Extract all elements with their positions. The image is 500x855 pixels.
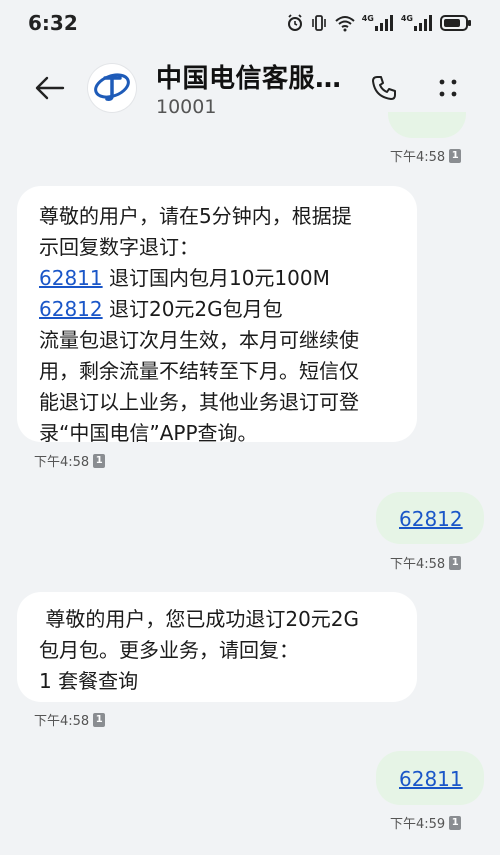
alarm-icon xyxy=(286,14,304,32)
battery-icon xyxy=(440,14,472,32)
vibrate-icon xyxy=(310,14,328,32)
message-text-line: 1 套餐查询 xyxy=(39,669,139,693)
status-time: 6:32 xyxy=(28,11,78,35)
sim-badge: 1 xyxy=(449,555,462,570)
message-time: 下午4:58 xyxy=(34,714,90,729)
network-type-label: 4G xyxy=(361,14,374,23)
reply-code-description: 退订国内包月10元100M xyxy=(102,266,330,290)
status-bar: 6:32 4G 4G xyxy=(0,0,500,46)
message-text-line: 流量包退订次月生效，本月可继续使 xyxy=(39,328,359,352)
reply-code-link[interactable]: 62812 xyxy=(39,297,103,321)
outgoing-message-bubble[interactable] xyxy=(388,112,466,138)
incoming-message-bubble[interactable]: 尊敬的用户，请在5分钟内，根据提 示回复数字退订： 62811 退订国内包月10… xyxy=(17,186,417,445)
back-button[interactable] xyxy=(30,72,70,108)
message-text-line: 示回复数字退订： xyxy=(39,235,199,259)
message-text-line: 包月包。更多业务，请回复： xyxy=(39,638,299,662)
message-time: 下午4:59 xyxy=(390,817,446,832)
message-meta: 下午4:59 1 xyxy=(390,813,462,832)
reply-code-link[interactable]: 62811 xyxy=(39,266,103,290)
message-text-line: 能退订以上业务，其他业务退订可登 xyxy=(39,390,359,414)
incoming-message-bubble[interactable]: 尊敬的用户，您已成功退订20元2G 包月包。更多业务，请回复： 1 套餐查询 xyxy=(17,592,417,702)
message-meta: 下午4:58 1 xyxy=(34,451,106,470)
message-text-line: 62812 退订20元2G包月包 xyxy=(39,294,417,325)
message-time: 下午4:58 xyxy=(34,455,90,470)
outgoing-message-bubble[interactable]: 62811 xyxy=(376,751,484,805)
signal-icon: 4G xyxy=(362,15,395,31)
message-meta: 下午4:58 1 xyxy=(34,710,106,729)
message-text-line: 尊敬的用户，请在5分钟内，根据提 xyxy=(39,204,352,228)
more-options-button[interactable] xyxy=(428,70,468,110)
signal-icon-2: 4G xyxy=(401,15,434,31)
message-meta: 下午4:58 1 xyxy=(390,146,462,165)
message-time: 下午4:58 xyxy=(390,150,446,165)
call-button[interactable] xyxy=(364,70,404,110)
outgoing-message-bubble[interactable]: 62812 xyxy=(376,492,484,544)
message-text-line: 用，剩余流量不结转至下月。短信仅 xyxy=(39,359,359,383)
china-telecom-logo xyxy=(92,66,132,110)
sim-badge: 1 xyxy=(449,815,462,830)
wifi-icon xyxy=(334,14,356,32)
avatar[interactable] xyxy=(88,64,136,112)
arrow-left-icon xyxy=(35,76,65,104)
message-text-line: 62811 退订国内包月10元100M xyxy=(39,263,417,294)
network-type-label-2: 4G xyxy=(400,14,413,23)
message-time: 下午4:58 xyxy=(390,557,446,572)
message-meta: 下午4:58 1 xyxy=(390,553,462,572)
sim-badge: 1 xyxy=(93,453,106,468)
message-text-link[interactable]: 62812 xyxy=(399,507,463,531)
message-text-line: 录“中国电信”APP查询。 xyxy=(39,421,258,445)
reply-code-description: 退订20元2G包月包 xyxy=(102,297,283,321)
status-icons: 4G 4G xyxy=(286,14,472,32)
sim-badge: 1 xyxy=(93,712,106,727)
message-text-line: 尊敬的用户，您已成功退订20元2G xyxy=(39,607,360,631)
phone-icon xyxy=(370,74,398,106)
message-text-link[interactable]: 62811 xyxy=(399,767,463,791)
contact-name: 中国电信客服… xyxy=(156,64,342,94)
sim-badge: 1 xyxy=(449,148,462,163)
more-vertical-icon xyxy=(435,75,461,105)
contact-number: 10001 xyxy=(156,96,217,118)
